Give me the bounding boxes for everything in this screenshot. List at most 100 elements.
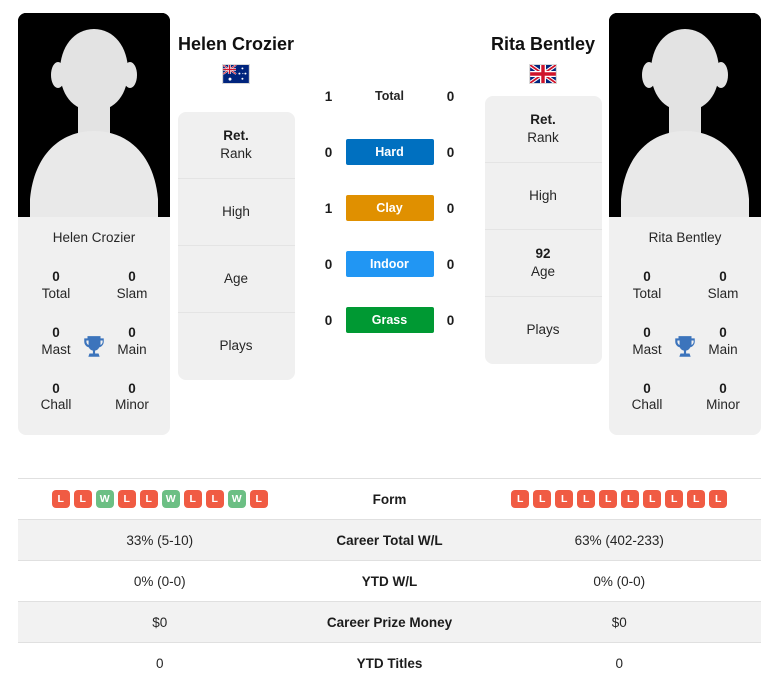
surface-badge-indoor[interactable]: Indoor (345, 251, 434, 277)
left-player-photo-name: Helen Crozier (18, 217, 170, 258)
right-info-age-value: 92 (535, 246, 551, 262)
left-player-titles-grid: 0 Total 0 Slam 0 Mast 0 Main 0 Chall 0 M… (18, 258, 170, 435)
head-to-head-column: 1 Total 0 0 Hard 0 1 Clay 0 0 Indoor 0 0 (296, 12, 483, 348)
left-stat-total: 0 Total (18, 258, 94, 314)
left-stat-slam-value: 0 (128, 269, 136, 284)
left-stat-chall-label: Chall (40, 397, 72, 413)
form-result-badge[interactable]: L (139, 490, 158, 508)
table-label-ytd-wl: YTD W/L (361, 573, 418, 589)
left-player-card[interactable]: Helen Crozier 0 Total 0 Slam 0 Mast 0 Ma… (18, 13, 170, 436)
form-result-badge[interactable]: L (687, 490, 706, 508)
right-career-prize-money: $0 (611, 614, 627, 630)
form-result-badge[interactable]: L (577, 490, 596, 508)
h2h-row-hard: 0 Hard 0 (296, 124, 483, 180)
left-stat-minor: 0 Minor (94, 370, 170, 426)
table-label-career-prize-money: Career Prize Money (326, 614, 453, 630)
left-player-avatar (18, 13, 170, 217)
flag-australia-icon (222, 63, 250, 84)
left-ytd-titles: 0 (155, 655, 164, 671)
left-info-plays: Plays (178, 313, 295, 380)
form-result-badge[interactable]: L (709, 490, 728, 508)
form-result-badge[interactable]: L (73, 490, 92, 508)
surface-badge-grass[interactable]: Grass (345, 307, 434, 333)
right-stat-minor-label: Minor (706, 397, 740, 413)
left-stat-total-label: Total (41, 285, 71, 301)
h2h-hard-left-score: 0 (324, 144, 333, 160)
form-result-badge[interactable]: W (161, 490, 180, 508)
form-result-badge[interactable]: L (51, 490, 70, 508)
form-result-badge[interactable]: L (533, 490, 552, 508)
surface-badge-clay[interactable]: Clay (345, 195, 434, 221)
right-stat-total-value: 0 (643, 269, 651, 284)
right-stat-chall: 0 Chall (609, 370, 685, 426)
right-form-badges: LLLLLLLLLL (478, 490, 762, 508)
left-stat-slam: 0 Slam (94, 258, 170, 314)
left-stat-total-value: 0 (52, 269, 60, 284)
right-stat-minor: 0 Minor (685, 370, 761, 426)
h2h-total-label: Total (375, 89, 404, 103)
form-result-badge[interactable]: L (555, 490, 574, 508)
form-result-badge[interactable]: L (183, 490, 202, 508)
comparison-stats-table: LLWLLWLLWL Form LLLLLLLLLL 33% (5-10) Ca… (0, 478, 779, 683)
form-result-badge[interactable]: L (621, 490, 640, 508)
left-career-prize-money: $0 (152, 614, 168, 630)
form-result-badge[interactable]: L (117, 490, 136, 508)
h2h-clay-left-score: 1 (324, 200, 333, 216)
left-form-badges: LLWLLWLLWL (18, 490, 302, 508)
h2h-indoor-left-score: 0 (324, 256, 333, 272)
table-row-career-prize-money: $0 Career Prize Money $0 (18, 601, 761, 642)
h2h-row-clay: 1 Clay 0 (296, 180, 483, 236)
trophy-icon (81, 334, 107, 360)
left-info-high: High (177, 179, 295, 246)
h2h-indoor-right-score: 0 (446, 256, 455, 272)
form-result-badge[interactable]: W (95, 490, 114, 508)
right-stat-total: 0 Total (609, 258, 685, 314)
right-info-plays: Plays (485, 297, 602, 364)
right-stat-total-label: Total (632, 285, 662, 301)
right-player-card[interactable]: Rita Bentley 0 Total 0 Slam 0 Mast 0 Mai… (609, 13, 761, 436)
right-info-plays-label: Plays (526, 322, 560, 338)
right-stat-minor-value: 0 (719, 380, 727, 396)
h2h-total-right-score: 0 (446, 88, 455, 104)
right-player-avatar (609, 13, 761, 217)
left-info-age-label: Age (223, 270, 249, 286)
form-result-badge[interactable]: L (665, 490, 684, 508)
right-player-name[interactable]: Rita Bentley (491, 34, 595, 56)
h2h-hard-right-score: 0 (446, 144, 455, 160)
right-info-high-label: High (529, 187, 557, 203)
right-info-rank-label: Rank (527, 129, 559, 145)
surface-badge-hard[interactable]: Hard (345, 139, 434, 165)
right-stat-slam-value: 0 (719, 269, 727, 284)
left-stat-chall-value: 0 (52, 380, 60, 396)
player-comparison-page: Helen Crozier 0 Total 0 Slam 0 Mast 0 Ma… (0, 0, 779, 699)
table-label-career-total-wl: Career Total W/L (336, 532, 443, 548)
form-result-badge[interactable]: L (205, 490, 224, 508)
left-stat-chall: 0 Chall (18, 370, 94, 426)
h2h-row-indoor: 0 Indoor 0 (296, 236, 483, 292)
left-info-plays-label: Plays (219, 338, 253, 354)
h2h-clay-right-score: 0 (446, 200, 455, 216)
h2h-grass-right-score: 0 (446, 312, 455, 328)
right-info-age-label: Age (530, 263, 556, 279)
form-result-badge[interactable]: L (643, 490, 662, 508)
left-info-high-label: High (222, 203, 250, 219)
form-result-badge[interactable]: L (511, 490, 530, 508)
right-info-rank-value: Ret. (530, 112, 556, 128)
comparison-top-section: Helen Crozier 0 Total 0 Slam 0 Mast 0 Ma… (0, 0, 779, 478)
left-info-age: Age (177, 246, 295, 313)
left-stat-minor-label: Minor (115, 397, 149, 413)
form-result-badge[interactable]: W (227, 490, 246, 508)
form-result-badge[interactable]: L (249, 490, 268, 508)
form-result-badge[interactable]: L (599, 490, 618, 508)
left-player-name[interactable]: Helen Crozier (178, 34, 294, 56)
right-info-rank: Ret. Rank (484, 96, 602, 163)
right-stat-slam: 0 Slam (685, 258, 761, 314)
right-ytd-titles: 0 (615, 655, 623, 671)
flag-united-kingdom-icon (529, 63, 557, 84)
right-player-titles-grid: 0 Total 0 Slam 0 Mast 0 Main 0 Chall 0 M… (609, 258, 761, 435)
left-info-rank-label: Rank (220, 145, 252, 161)
right-player-info-panel: Ret. Rank High 92 Age Plays (484, 95, 602, 364)
left-ytd-wl: 0% (0-0) (133, 573, 186, 589)
left-career-total-wl: 33% (5-10) (126, 532, 194, 548)
table-label-ytd-titles: YTD Titles (356, 655, 423, 671)
